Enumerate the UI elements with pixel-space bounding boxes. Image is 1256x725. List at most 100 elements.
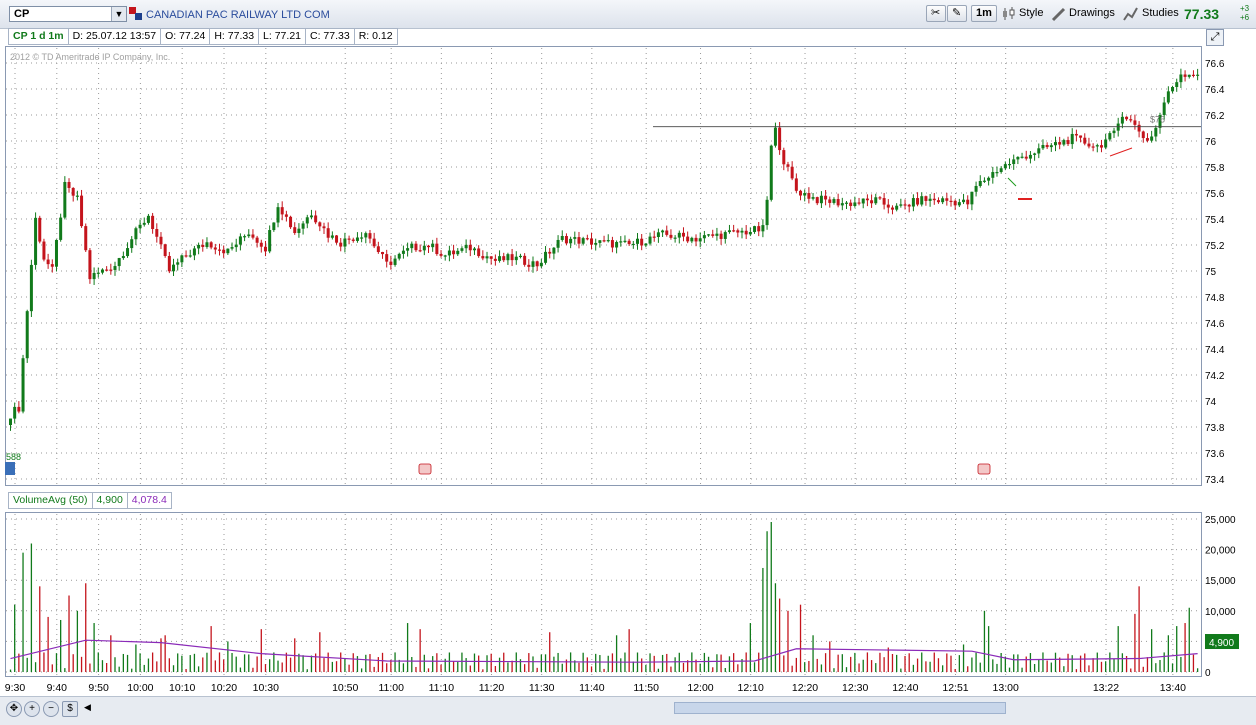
- time-scrollbar[interactable]: ✥ + − $ ◀: [0, 696, 1256, 725]
- candle-body: [213, 247, 217, 250]
- candle-body: [849, 202, 853, 206]
- pan-icon[interactable]: ✥: [6, 701, 22, 717]
- candle-body: [757, 226, 761, 232]
- candle-body: [510, 254, 514, 261]
- candle-body: [518, 255, 522, 258]
- candle-body: [322, 226, 326, 229]
- candle-body: [661, 230, 665, 233]
- candle-body: [272, 222, 276, 231]
- candle-body: [197, 244, 201, 249]
- volume-tick-label: 0: [1205, 668, 1211, 679]
- price-tick-label: 73.8: [1205, 423, 1225, 434]
- candle-body: [368, 233, 372, 239]
- candle-body: [188, 255, 192, 257]
- candle-body: [727, 230, 731, 233]
- price-tick-label: 74: [1205, 397, 1217, 408]
- candle-body: [631, 243, 635, 246]
- candle-body: [932, 198, 936, 201]
- candle-body: [1041, 144, 1045, 149]
- candle-body: [715, 233, 719, 236]
- candle-body: [1033, 153, 1037, 155]
- candle-body: [556, 239, 560, 248]
- scroll-left-icon[interactable]: ◀: [84, 702, 91, 713]
- candle-body: [1183, 74, 1187, 77]
- zoom-in-icon[interactable]: +: [24, 701, 40, 717]
- candle-body: [1070, 133, 1074, 145]
- candle-body: [544, 251, 548, 263]
- candle-body: [535, 261, 539, 267]
- candle-body: [962, 199, 966, 203]
- volume-tick-label: 25,000: [1205, 515, 1236, 526]
- time-tick-label: 9:40: [47, 682, 68, 694]
- dollar-icon[interactable]: $: [62, 701, 78, 717]
- candle-body: [54, 239, 58, 267]
- time-tick-label: 11:50: [633, 682, 659, 694]
- candle-body: [372, 238, 376, 247]
- time-tick-label: 10:00: [127, 682, 153, 694]
- candle-body: [916, 198, 920, 205]
- candle-body: [523, 255, 527, 265]
- candle-body: [431, 243, 435, 248]
- price-tick-label: 73.6: [1205, 449, 1225, 460]
- price-tick-label: 74.8: [1205, 293, 1225, 304]
- candle-body: [468, 244, 472, 251]
- candle-body: [192, 248, 196, 256]
- candle-body: [155, 229, 159, 237]
- time-tick-label: 11:00: [378, 682, 404, 694]
- candle-body: [1129, 119, 1133, 121]
- candle-body: [393, 258, 397, 265]
- candle-body: [126, 248, 130, 257]
- candle-body: [376, 246, 380, 253]
- candle-body: [456, 250, 460, 255]
- candle-body: [686, 236, 690, 242]
- candle-body: [995, 172, 999, 174]
- candle-body: [899, 204, 903, 206]
- candle-body: [606, 240, 610, 242]
- price-tick-label: 76.6: [1205, 59, 1225, 70]
- chart-canvas[interactable]: 76.6 76.4 76.2 76 75.8 75.6 75.4 75.2 75 74.8 74.6…: [0, 0, 1256, 724]
- candle-body: [485, 256, 489, 259]
- candle-body: [1087, 143, 1091, 147]
- candle-body: [895, 205, 899, 210]
- candle-body: [159, 236, 163, 245]
- candle-body: [34, 217, 38, 265]
- candle-body: [109, 269, 113, 271]
- candle-body: [172, 264, 176, 272]
- candle-body: [882, 198, 886, 205]
- scroll-thumb[interactable]: [674, 702, 1006, 714]
- candle-body: [957, 202, 961, 206]
- candle-body: [1091, 146, 1095, 148]
- candle-body: [598, 240, 602, 243]
- price-tick-label: 75.4: [1205, 215, 1225, 226]
- candle-body: [326, 228, 330, 238]
- candle-body: [113, 266, 117, 270]
- price-tick-label: 76.4: [1205, 85, 1225, 96]
- candle-body: [1016, 156, 1020, 160]
- candle-body: [17, 406, 21, 412]
- candle-body: [59, 217, 63, 240]
- candle-body: [389, 261, 393, 265]
- time-tick-label: 13:00: [993, 682, 1019, 694]
- price-tick-label: 75: [1205, 267, 1217, 278]
- candle-body: [1154, 127, 1158, 137]
- event-icon: [418, 463, 432, 475]
- candle-body: [761, 225, 765, 232]
- time-tick-label: 9:50: [88, 682, 109, 694]
- candle-body: [1074, 133, 1078, 136]
- candle-body: [297, 228, 301, 234]
- time-tick-label: 11:30: [529, 682, 555, 694]
- event-icon: [977, 463, 991, 475]
- candle-body: [564, 236, 568, 244]
- candle-body: [610, 240, 614, 248]
- dividend-icon: [5, 462, 15, 475]
- time-tick-label: 9:30: [5, 682, 26, 694]
- candle-body: [46, 259, 50, 265]
- candle-body: [665, 230, 669, 235]
- zoom-out-icon[interactable]: −: [43, 701, 59, 717]
- candle-body: [410, 243, 414, 249]
- candle-body: [339, 242, 343, 247]
- candle-body: [845, 202, 848, 204]
- candle-body: [711, 234, 715, 236]
- candle-body: [569, 238, 573, 244]
- candle-body: [289, 216, 293, 228]
